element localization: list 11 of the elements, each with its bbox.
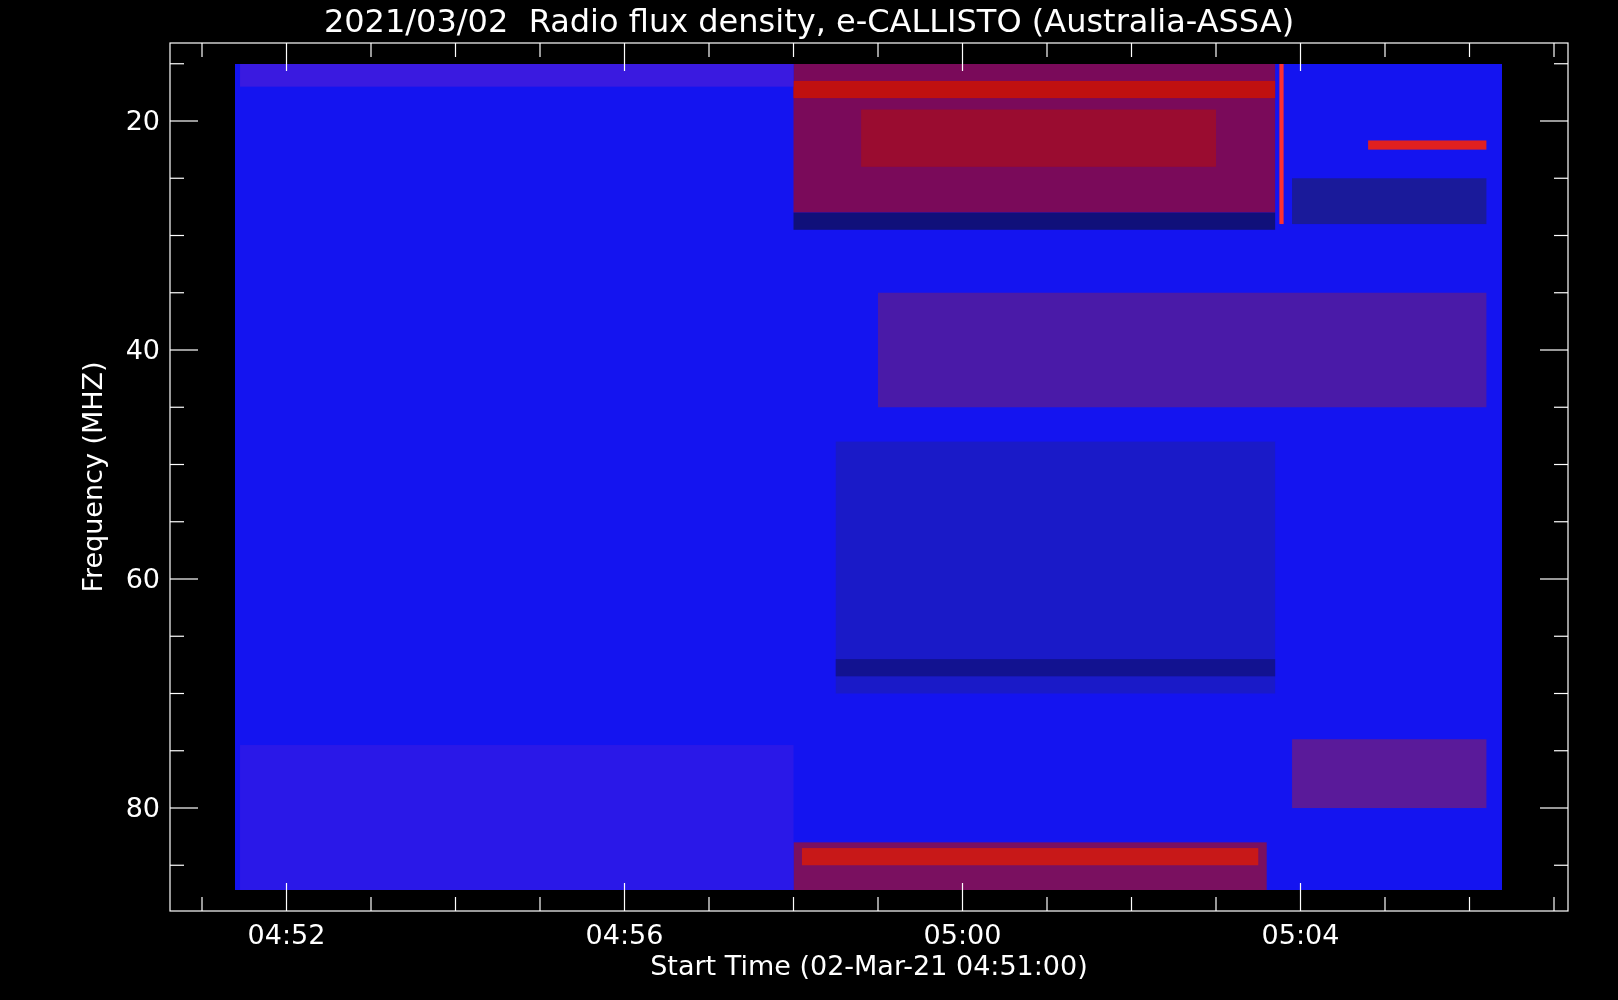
x-tick-label: 04:52 bbox=[247, 919, 326, 950]
y-tick-label: 20 bbox=[125, 105, 160, 136]
x-tick-label: 05:00 bbox=[923, 919, 1002, 950]
x-tick-label: 05:04 bbox=[1261, 919, 1340, 950]
x-axis-label: Start Time (02-Mar-21 04:51:00) bbox=[650, 950, 1088, 981]
y-tick-label: 80 bbox=[125, 792, 160, 823]
chart-title: 2021/03/02 Radio flux density, e-CALLISTO (Australia-ASSA) bbox=[323, 2, 1295, 40]
y-axis-label: Frequency (MHZ) bbox=[77, 361, 108, 593]
x-tick-label: 04:56 bbox=[585, 919, 664, 950]
y-tick-label: 40 bbox=[125, 334, 160, 365]
y-tick-label: 60 bbox=[125, 563, 160, 594]
